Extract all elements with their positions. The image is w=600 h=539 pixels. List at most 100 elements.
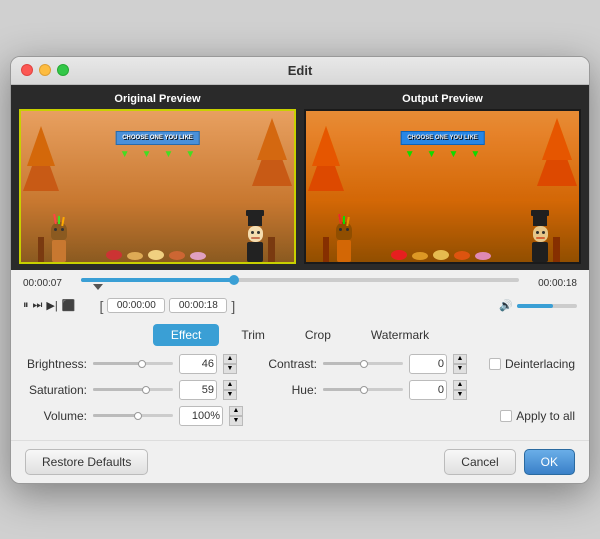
timeline-thumb[interactable] — [229, 275, 239, 285]
hue-down[interactable]: ▼ — [453, 390, 467, 400]
saturation-slider[interactable] — [93, 388, 173, 391]
contrast-stepper[interactable]: ▲ ▼ — [453, 354, 467, 374]
volume-label: Volume: — [25, 409, 87, 423]
output-preview-panel: Output Preview — [304, 93, 581, 264]
hue-label: Hue: — [255, 383, 317, 397]
brightness-row: Brightness: ▲ ▼ Contrast: ▲ — [25, 354, 575, 374]
saturation-thumb[interactable] — [142, 386, 150, 394]
hue-thumb[interactable] — [360, 386, 368, 394]
timeline: 00:00:07 00:00:18 — [11, 270, 589, 294]
maximize-button[interactable] — [57, 64, 69, 76]
cancel-button[interactable]: Cancel — [444, 449, 515, 475]
brightness-stepper[interactable]: ▲ ▼ — [223, 354, 237, 374]
scene-output: CHOOSE ONE YOU LIKE ▼ ▼ ▼ ▼ — [306, 111, 579, 262]
restore-defaults-button[interactable]: Restore Defaults — [25, 449, 148, 475]
contrast-slider[interactable] — [323, 362, 403, 365]
saturation-row: Saturation: ▲ ▼ Hue: ▲ — [25, 380, 575, 400]
tabs-row: Effect Trim Crop Watermark — [11, 318, 589, 350]
saturation-up[interactable]: ▲ — [223, 380, 237, 390]
timeline-end: 00:00:18 — [525, 278, 577, 289]
saturation-down[interactable]: ▼ — [223, 390, 237, 400]
food-items — [106, 250, 206, 262]
bracket-close: ] — [231, 298, 235, 314]
brightness-label: Brightness: — [25, 357, 87, 371]
deinterlacing-label: Deinterlacing — [505, 357, 575, 371]
close-button[interactable] — [21, 64, 33, 76]
tab-crop[interactable]: Crop — [287, 324, 349, 346]
apply-all-wrapper: Apply to all — [500, 409, 575, 423]
time-range: [ ] — [99, 298, 235, 314]
hue-slider[interactable] — [323, 388, 403, 391]
native-char-output — [336, 222, 352, 262]
window-title: Edit — [288, 63, 313, 78]
brightness-fill — [93, 362, 141, 365]
contrast-thumb[interactable] — [360, 360, 368, 368]
controls-area: 00:00:07 00:00:18 ⏸ ⏭ — [11, 270, 589, 483]
brightness-input[interactable] — [179, 354, 217, 374]
deinterlacing-checkbox[interactable] — [489, 358, 501, 370]
next-frame-button[interactable]: ⏭ — [33, 299, 43, 312]
saturation-input[interactable] — [179, 380, 217, 400]
step-forward-button[interactable]: ▶| — [46, 299, 57, 312]
volume-down[interactable]: ▼ — [229, 416, 243, 426]
brightness-slider[interactable] — [93, 362, 173, 365]
contrast-label: Contrast: — [255, 357, 317, 371]
tab-watermark[interactable]: Watermark — [353, 324, 447, 346]
pilgrim-char-output — [531, 210, 549, 262]
volume-stepper[interactable]: ▲ ▼ — [229, 406, 243, 426]
apply-all-checkbox[interactable] — [500, 410, 512, 422]
saturation-stepper[interactable]: ▲ ▼ — [223, 380, 237, 400]
original-preview-panel: Original Preview — [19, 93, 296, 264]
saturation-fill — [93, 388, 145, 391]
contrast-down[interactable]: ▼ — [453, 364, 467, 374]
range-start-input[interactable] — [107, 298, 165, 313]
traffic-lights — [21, 64, 69, 76]
settings-panel: Brightness: ▲ ▼ Contrast: ▲ — [11, 350, 589, 436]
volume-area: 🔊 — [499, 299, 577, 312]
edit-dialog: Edit Original Preview — [10, 56, 590, 484]
saturation-label: Saturation: — [25, 383, 87, 397]
range-end-input[interactable] — [169, 298, 227, 313]
bracket-open: [ — [99, 298, 103, 314]
contrast-input[interactable] — [409, 354, 447, 374]
arrows-original: ▼ ▼ ▼ ▼ — [120, 149, 196, 160]
scene-original: CHOOSE ONE YOU LIKE ▼ ▼ ▼ ▼ — [21, 111, 294, 262]
hue-up[interactable]: ▲ — [453, 380, 467, 390]
tab-trim[interactable]: Trim — [223, 324, 283, 346]
original-preview-label: Original Preview — [19, 93, 296, 105]
volume-icon: 🔊 — [499, 299, 513, 312]
food-items-output — [391, 250, 491, 262]
hue-input[interactable] — [409, 380, 447, 400]
timeline-start: 00:00:07 — [23, 278, 75, 289]
ok-button[interactable]: OK — [524, 449, 575, 475]
brightness-up[interactable]: ▲ — [223, 354, 237, 364]
tab-effect[interactable]: Effect — [153, 324, 219, 346]
right-buttons: Cancel OK — [444, 449, 575, 475]
minimize-button[interactable] — [39, 64, 51, 76]
deinterlacing-wrapper: Deinterlacing — [489, 357, 575, 371]
output-preview-label: Output Preview — [304, 93, 581, 105]
preview-separator — [298, 93, 302, 264]
original-preview-frame: CHOOSE ONE YOU LIKE ▼ ▼ ▼ ▼ — [19, 109, 296, 264]
transport-buttons: ⏸ ⏭ ▶| ⬛ — [23, 299, 75, 312]
brightness-thumb[interactable] — [138, 360, 146, 368]
volume-slider[interactable] — [93, 414, 173, 417]
volume-row: Volume: ▲ ▼ Apply to all — [25, 406, 575, 426]
volume-up[interactable]: ▲ — [229, 406, 243, 416]
volume-input[interactable] — [179, 406, 223, 426]
stop-button[interactable]: ⬛ — [62, 299, 76, 312]
hue-fill — [323, 388, 363, 391]
pause-button[interactable]: ⏸ — [23, 299, 29, 312]
brightness-down[interactable]: ▼ — [223, 364, 237, 374]
native-char — [51, 222, 67, 262]
volume-slider-fill — [93, 414, 137, 417]
volume-track[interactable] — [517, 304, 577, 308]
contrast-up[interactable]: ▲ — [453, 354, 467, 364]
apply-all-label: Apply to all — [516, 409, 575, 423]
output-preview-frame: CHOOSE ONE YOU LIKE ▼ ▼ ▼ ▼ — [304, 109, 581, 264]
volume-fill — [517, 304, 553, 308]
hue-stepper[interactable]: ▲ ▼ — [453, 380, 467, 400]
timeline-wrapper — [81, 278, 519, 290]
timeline-track[interactable] — [81, 278, 519, 282]
volume-slider-thumb[interactable] — [134, 412, 142, 420]
